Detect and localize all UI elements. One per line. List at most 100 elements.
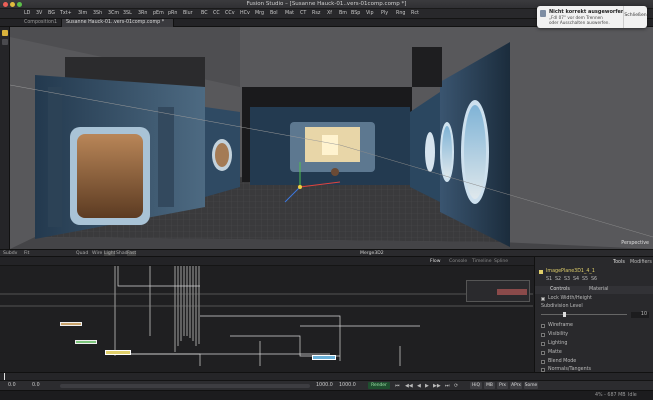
tool-button-blur[interactable]: Blur <box>183 11 193 16</box>
fast-button[interactable]: Fast <box>127 251 137 256</box>
subdv-button[interactable]: Subdv <box>3 251 17 256</box>
tool-button-3im[interactable]: 3Im <box>78 11 87 16</box>
tool-button-rng[interactable]: Rng <box>396 11 405 16</box>
tool-button-3sh[interactable]: 3Sh <box>93 11 102 16</box>
lock-width-height-checkbox[interactable] <box>541 297 545 301</box>
tool-button-ccv[interactable]: CCv <box>225 11 235 16</box>
tab-modifiers[interactable]: Modifiers <box>630 260 652 265</box>
tool-button-pem[interactable]: pEm <box>153 11 164 16</box>
tool-button-bsp[interactable]: BSp <box>351 11 360 16</box>
visibility-label: Visibility <box>548 332 569 337</box>
some-button[interactable]: Some <box>524 382 538 389</box>
transport-controls: 0.0 0.0 1000.0 1000.0 Render ⏮ ◀◀ ◀ ▶ ▶▶… <box>0 380 653 390</box>
tool-button-rsz[interactable]: Rsz <box>312 11 320 16</box>
hiq-button[interactable]: HiQ <box>470 382 482 389</box>
tool-button-bc[interactable]: BC <box>201 11 208 16</box>
tab-composition1[interactable]: Composition1 <box>20 19 62 27</box>
matte-label: Matte <box>548 350 562 355</box>
global-start-time[interactable]: 0.0 <box>8 383 16 388</box>
subdivision-slider[interactable] <box>541 314 627 315</box>
tab-timeline[interactable]: Timeline <box>472 259 492 264</box>
viewer-lock-icon[interactable] <box>2 30 8 36</box>
global-end-time[interactable]: 1000.0 <box>339 383 356 388</box>
subdivision-slider-handle[interactable] <box>563 312 566 317</box>
aprx-button[interactable]: APrx <box>510 382 522 389</box>
shad-button[interactable]: Shad <box>116 251 128 256</box>
viewer-option-icon[interactable] <box>2 39 8 45</box>
tool-button-3cm[interactable]: 3Cm <box>108 11 119 16</box>
matte-expander[interactable] <box>541 351 545 355</box>
notification-close-button[interactable]: Schließen <box>623 6 647 28</box>
tool-button-ply[interactable]: Ply <box>381 11 388 16</box>
subtab-s1[interactable]: S1 <box>546 277 552 282</box>
tool-button-hcv[interactable]: HCv <box>240 11 250 16</box>
tab-material[interactable]: Material <box>589 287 609 292</box>
prx-button[interactable]: Prx <box>497 382 508 389</box>
visibility-expander[interactable] <box>541 333 545 337</box>
subtab-s4[interactable]: S4 <box>573 277 579 282</box>
wireframe-checkbox[interactable] <box>541 324 545 328</box>
tool-button-rct[interactable]: Rct <box>411 11 419 16</box>
fit-button[interactable]: Fit <box>24 251 29 256</box>
wire-button[interactable]: Wire <box>92 251 102 256</box>
loop-icon[interactable]: ⟳ <box>454 383 458 389</box>
scene-render <box>10 27 653 249</box>
current-time[interactable]: 0.0 <box>32 383 40 388</box>
step-forward-icon[interactable]: ▶▶ <box>433 383 441 389</box>
tab-flow[interactable]: Flow <box>430 259 441 264</box>
memory-usage: 4% - 687 MB <box>595 393 626 398</box>
render-button[interactable]: Render <box>368 382 390 389</box>
node-green[interactable] <box>75 340 97 344</box>
render-end-time[interactable]: 1000.0 <box>316 383 333 388</box>
tool-button-bg[interactable]: BG <box>48 11 55 16</box>
subdivision-value[interactable]: 10 <box>631 312 649 318</box>
time-ruler[interactable] <box>0 372 653 381</box>
subtab-s2[interactable]: S2 <box>555 277 561 282</box>
inspector-node-name: ImagePlane3D1_4_1 <box>546 269 595 274</box>
tool-button-cc[interactable]: CC <box>213 11 220 16</box>
light-button[interactable]: Light <box>104 251 116 256</box>
lighting-expander[interactable] <box>541 342 545 346</box>
node-flow-editor[interactable] <box>0 266 534 372</box>
tool-button-mrg[interactable]: Mrg <box>255 11 264 16</box>
mb-button[interactable]: MB <box>484 382 495 389</box>
range-slider[interactable] <box>60 384 310 388</box>
tool-button-prn[interactable]: pRn <box>168 11 177 16</box>
status-bar: 4% - 687 MB Idle <box>0 390 653 400</box>
tab-controls[interactable]: Controls <box>550 287 570 292</box>
tool-button-xf[interactable]: Xf <box>327 11 332 16</box>
3d-viewer[interactable]: Perspective <box>10 27 653 249</box>
node-merge3d[interactable] <box>105 350 131 355</box>
subtab-s3[interactable]: S3 <box>564 277 570 282</box>
notification-body: „Fdl 07“ vor dem Trennen oder Ausschalte… <box>549 15 610 25</box>
tool-button-ct[interactable]: CT <box>300 11 306 16</box>
play-icon[interactable]: ▶ <box>425 383 429 389</box>
tab-tools[interactable]: Tools <box>613 260 625 265</box>
tab-console[interactable]: Console <box>449 259 467 264</box>
tool-button-ld[interactable]: LD <box>24 11 30 16</box>
lock-width-height-label: Lock Width/Height <box>548 296 592 301</box>
tool-button-vip[interactable]: Vip <box>366 11 374 16</box>
step-back-icon[interactable]: ◀◀ <box>405 383 413 389</box>
tool-button-bm[interactable]: Bm <box>339 11 347 16</box>
node-camera[interactable] <box>312 355 336 360</box>
tool-button-bol[interactable]: Bol <box>270 11 278 16</box>
go-to-end-icon[interactable]: ⏭ <box>445 383 450 389</box>
go-to-start-icon[interactable]: ⏮ <box>395 383 400 389</box>
tab-active-comp[interactable]: Susanne Hauck-01..vers-01comp.comp * <box>62 19 174 27</box>
quad-button[interactable]: Quad <box>76 251 88 256</box>
flow-navigator[interactable] <box>466 280 530 302</box>
tool-button-3sl[interactable]: 3SL <box>123 11 132 16</box>
subtab-s6[interactable]: S6 <box>591 277 597 282</box>
blend-mode-expander[interactable] <box>541 360 545 364</box>
tab-spline[interactable]: Spline <box>494 259 508 264</box>
node-imageplane[interactable] <box>60 322 82 326</box>
tool-button-txt[interactable]: Txt+ <box>60 11 72 16</box>
subtab-s5[interactable]: S5 <box>582 277 588 282</box>
disk-eject-notification[interactable]: Nicht korrekt ausgeworfen „Fdl 07“ vor d… <box>537 6 647 28</box>
blend-mode-label: Blend Mode <box>548 359 577 364</box>
tool-button-mat[interactable]: Mat <box>285 11 294 16</box>
play-reverse-icon[interactable]: ◀ <box>417 383 421 389</box>
tool-button-3rn[interactable]: 3Rn <box>138 11 147 16</box>
tool-button-3v[interactable]: 3V <box>36 11 42 16</box>
